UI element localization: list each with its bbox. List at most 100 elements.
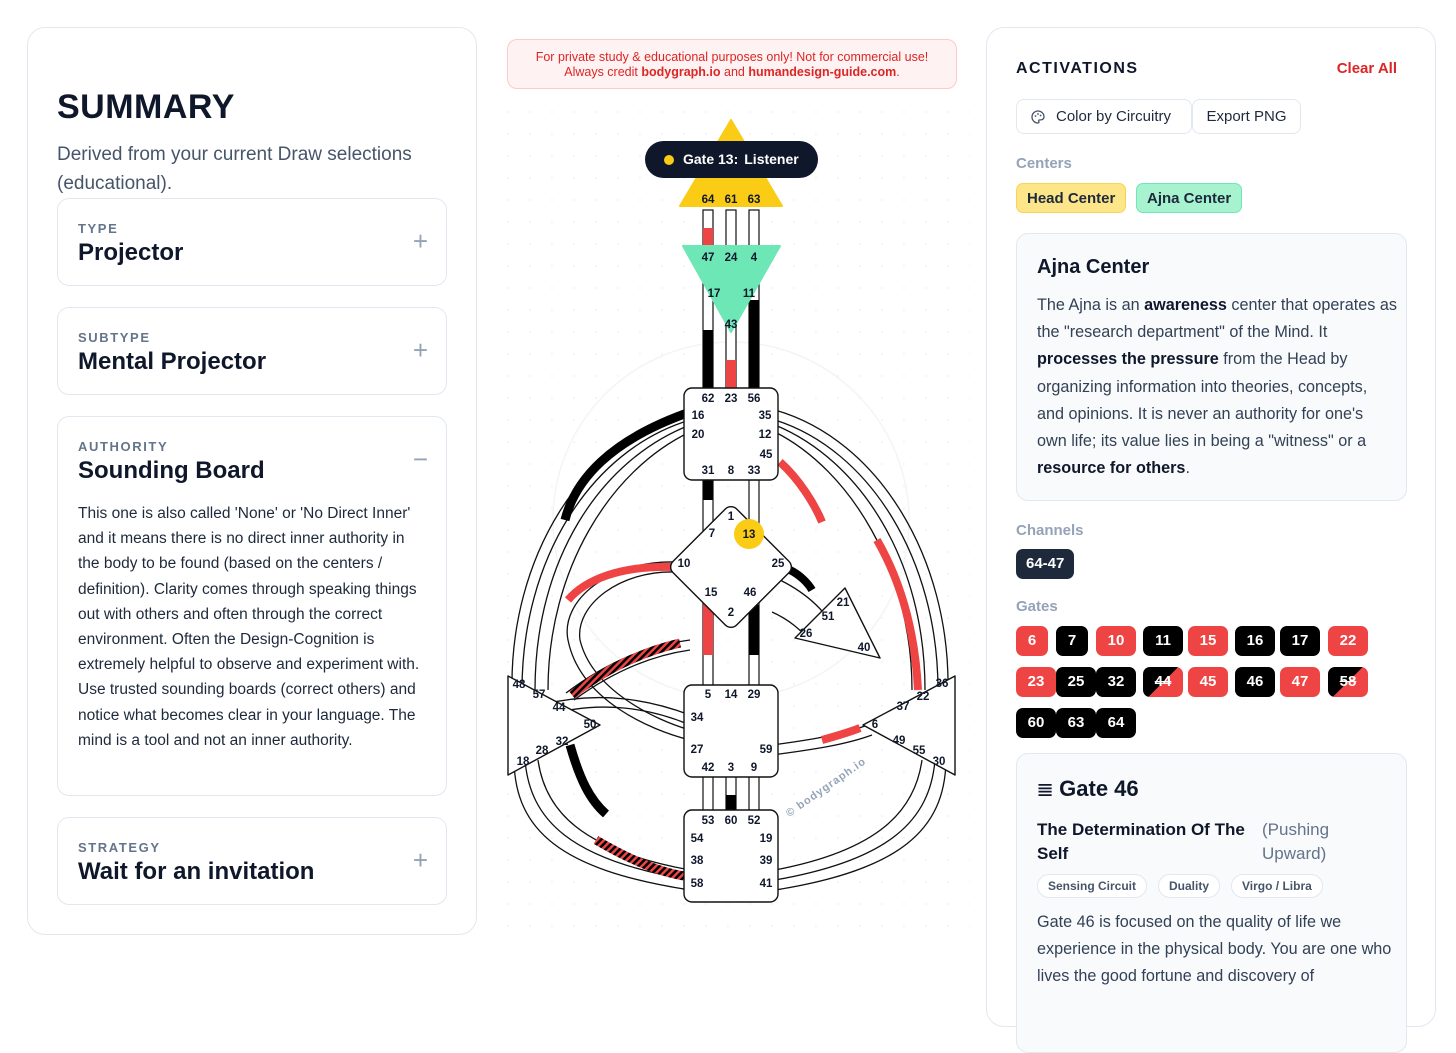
gate-chip-47[interactable]: 47 [1280, 667, 1320, 697]
gate-label-39[interactable]: 39 [760, 855, 773, 867]
gate-label-41[interactable]: 41 [760, 878, 773, 890]
gate-label-32[interactable]: 32 [556, 736, 569, 748]
gate-label-34[interactable]: 34 [691, 712, 704, 724]
gate-label-63[interactable]: 63 [748, 194, 761, 206]
gate-label-5[interactable]: 5 [705, 689, 712, 701]
gate-label-1[interactable]: 1 [728, 511, 735, 523]
gate-label-35[interactable]: 35 [759, 410, 772, 422]
gate-label-21[interactable]: 21 [837, 597, 850, 609]
gate-label-11[interactable]: 11 [743, 288, 756, 300]
gate-label-45[interactable]: 45 [760, 449, 773, 461]
gate-label-4[interactable]: 4 [751, 252, 758, 264]
gate-chip-16[interactable]: 16 [1235, 626, 1275, 656]
expand-icon[interactable]: + [413, 847, 428, 873]
authority-card[interactable]: AUTHORITY Sounding Board − This one is a… [57, 416, 447, 796]
bodygraph-chart[interactable]: © bodygraph.io 64 61 6347 24 417 114362 23 5616… [500, 110, 970, 940]
expand-icon[interactable]: + [413, 228, 428, 254]
gate-label-27[interactable]: 27 [691, 744, 704, 756]
gate-label-8[interactable]: 8 [728, 465, 735, 477]
gate-label-56[interactable]: 56 [748, 393, 761, 405]
ajna-center-chip[interactable]: Ajna Center [1136, 183, 1243, 213]
gate-label-28[interactable]: 28 [536, 745, 549, 757]
gate-label-29[interactable]: 29 [748, 689, 761, 701]
gate-label-40[interactable]: 40 [858, 642, 871, 654]
gate-label-14[interactable]: 14 [725, 689, 738, 701]
gate-chip-32[interactable]: 32 [1096, 667, 1136, 697]
export-png-button[interactable]: Export PNG [1192, 99, 1301, 134]
gate-label-10[interactable]: 10 [678, 558, 691, 570]
gate-label-7[interactable]: 7 [709, 528, 715, 540]
gate-label-64[interactable]: 64 [702, 194, 715, 206]
gate-label-16[interactable]: 16 [692, 410, 705, 422]
gate-label-52[interactable]: 52 [748, 815, 761, 827]
gate-label-24[interactable]: 24 [725, 252, 738, 264]
gate-label-57[interactable]: 57 [533, 689, 546, 701]
gate-label-46[interactable]: 46 [744, 587, 757, 599]
expand-icon[interactable]: + [413, 337, 428, 363]
channel-chip[interactable]: 64-47 [1016, 549, 1075, 579]
clear-all-button[interactable]: Clear All [1337, 60, 1397, 77]
gate-label-12[interactable]: 12 [759, 429, 772, 441]
gate-label-59[interactable]: 59 [760, 744, 773, 756]
gate-label-42[interactable]: 42 [702, 762, 715, 774]
gate-label-9[interactable]: 9 [751, 762, 757, 774]
color-by-circuitry-button[interactable]: Color by Circuitry [1016, 99, 1192, 134]
gate-label-13[interactable]: 13 [743, 529, 756, 541]
gate-label-30[interactable]: 30 [933, 756, 946, 768]
gate-chip-15[interactable]: 15 [1188, 626, 1228, 656]
gate-label-31[interactable]: 31 [702, 465, 715, 477]
head-center-chip[interactable]: Head Center [1016, 183, 1127, 213]
gate-label-15[interactable]: 15 [705, 587, 718, 599]
gate-chip-64[interactable]: 64 [1096, 708, 1136, 738]
gate-label-50[interactable]: 50 [584, 719, 597, 731]
gate-label-23[interactable]: 23 [725, 393, 738, 405]
gate-label-25[interactable]: 25 [772, 558, 785, 570]
gate-label-49[interactable]: 49 [893, 735, 906, 747]
gate-label-61[interactable]: 61 [725, 194, 738, 206]
gate-chip-22[interactable]: 22 [1328, 626, 1368, 656]
gate-chip-6[interactable]: 6 [1016, 626, 1048, 656]
gate-chip-17[interactable]: 17 [1280, 626, 1320, 656]
gate-label-19[interactable]: 19 [760, 833, 773, 845]
gate-label-58[interactable]: 58 [691, 878, 704, 890]
gate-chip-25[interactable]: 25 [1056, 667, 1096, 697]
gate-label-37[interactable]: 37 [897, 701, 910, 713]
gate-label-18[interactable]: 18 [517, 756, 530, 768]
gate-label-26[interactable]: 26 [800, 628, 813, 640]
gate-chip-45[interactable]: 45 [1188, 667, 1228, 697]
gate-label-33[interactable]: 33 [748, 465, 761, 477]
gate-label-60[interactable]: 60 [725, 815, 738, 827]
gate-label-3[interactable]: 3 [728, 762, 734, 774]
strategy-card[interactable]: STRATEGY Wait for an invitation + [57, 817, 447, 905]
gate-label-43[interactable]: 43 [725, 319, 738, 331]
subtype-card[interactable]: SUBTYPE Mental Projector + [57, 307, 447, 395]
gate-chip-7[interactable]: 7 [1056, 626, 1088, 656]
gate-label-53[interactable]: 53 [702, 815, 715, 827]
gate-chip-58[interactable]: 58 [1328, 667, 1368, 697]
gate-chip-23[interactable]: 23 [1016, 667, 1056, 697]
bodygraph-link[interactable]: bodygraph.io [641, 65, 720, 79]
collapse-icon[interactable]: − [413, 446, 428, 472]
gate-label-6[interactable]: 6 [872, 719, 878, 731]
gate-label-36[interactable]: 36 [936, 678, 949, 690]
gate-label-51[interactable]: 51 [822, 611, 835, 623]
gate-label-20[interactable]: 20 [692, 429, 705, 441]
guide-link[interactable]: humandesign-guide.com [748, 65, 896, 79]
gate-chip-10[interactable]: 10 [1096, 626, 1136, 656]
gate-chip-11[interactable]: 11 [1143, 626, 1183, 656]
gate-chip-60[interactable]: 60 [1016, 708, 1056, 738]
gate-label-62[interactable]: 62 [702, 393, 715, 405]
gate-chip-63[interactable]: 63 [1056, 708, 1096, 738]
gate-label-22[interactable]: 22 [917, 691, 930, 703]
gate-label-38[interactable]: 38 [691, 855, 704, 867]
gate-chip-46[interactable]: 46 [1235, 667, 1275, 697]
gate-label-54[interactable]: 54 [691, 833, 704, 845]
gate-label-48[interactable]: 48 [513, 679, 526, 691]
type-card[interactable]: TYPE Projector + [57, 198, 447, 286]
gate-label-44[interactable]: 44 [553, 702, 566, 714]
gate-label-17[interactable]: 17 [708, 288, 721, 300]
gate-label-2[interactable]: 2 [728, 607, 734, 619]
gate-label-47[interactable]: 47 [702, 252, 715, 264]
gate-label-55[interactable]: 55 [913, 745, 926, 757]
gate-chip-44[interactable]: 44 [1143, 667, 1183, 697]
